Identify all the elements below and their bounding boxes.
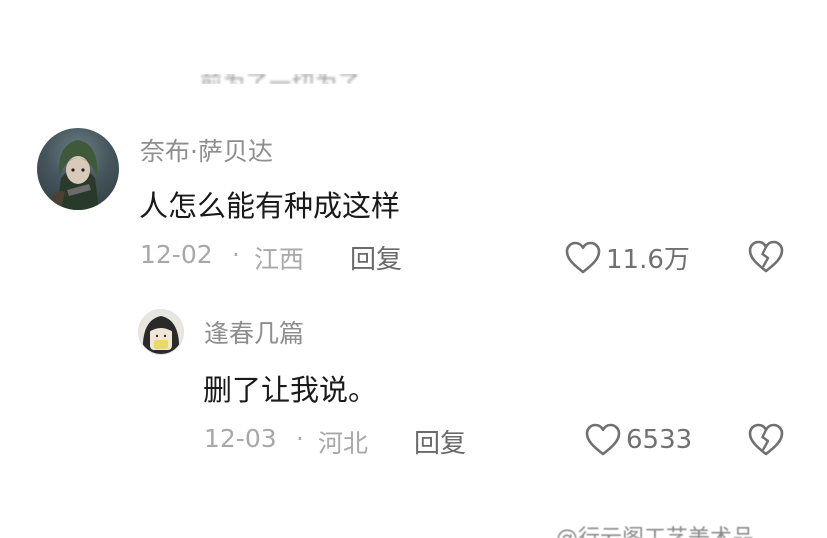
like-button[interactable]: 6533: [584, 423, 692, 457]
meta-separator: ·: [232, 240, 240, 269]
reply-author[interactable]: 逢春几篇: [204, 314, 304, 350]
like-count: 11.6万: [606, 245, 690, 275]
reply-location: 河北: [318, 429, 369, 458]
avatar[interactable]: [138, 309, 184, 355]
watermark-text: @行云阁工艺美术品: [556, 520, 754, 538]
avatar[interactable]: [37, 128, 119, 210]
reply-button[interactable]: 回复: [350, 239, 402, 276]
reply-date: 12-03: [204, 424, 277, 453]
comment-author[interactable]: 奈布·萨贝达: [140, 132, 273, 168]
comment-location: 江西: [254, 245, 305, 274]
heart-outline-icon: [565, 241, 601, 273]
comment-text: 人怎么能有种成这样: [139, 189, 401, 223]
avatar-girl-icon: [142, 316, 180, 354]
reply-text: 删了让我说。: [203, 373, 378, 407]
dislike-button[interactable]: [748, 423, 784, 461]
dislike-button[interactable]: [748, 240, 784, 278]
broken-heart-icon: [748, 240, 784, 273]
avatar-character-icon: [49, 140, 99, 210]
meta-separator: ·: [296, 424, 304, 453]
like-count: 6533: [626, 425, 693, 455]
heart-outline-icon: [585, 423, 621, 456]
broken-heart-icon: [748, 423, 784, 456]
cutoff-previous-text: 前为了一切为了: [200, 74, 361, 84]
reply-button[interactable]: 回复: [414, 423, 466, 460]
like-button[interactable]: 11.6万: [564, 239, 690, 276]
comment-date: 12-02: [140, 240, 213, 269]
